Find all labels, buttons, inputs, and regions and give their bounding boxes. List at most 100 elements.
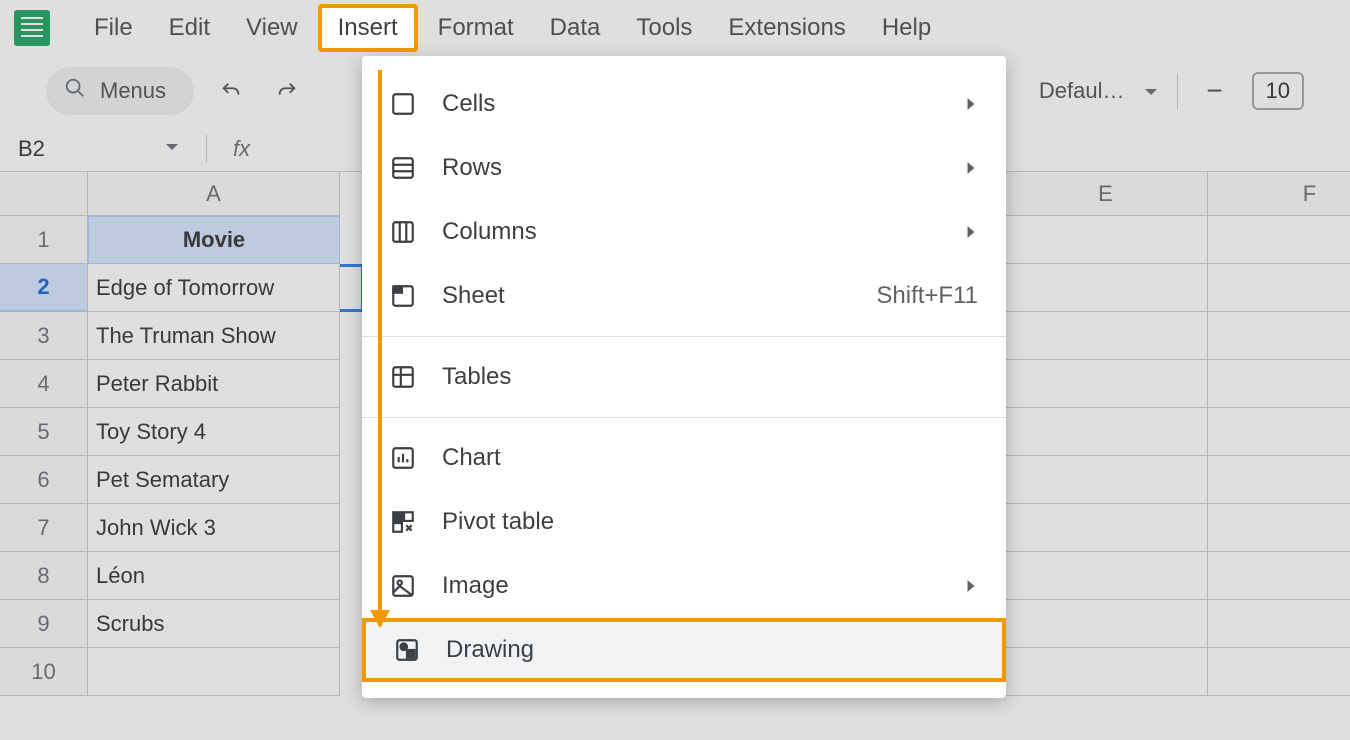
rows-icon — [390, 155, 416, 181]
font-family-select[interactable]: Defaul… — [1039, 78, 1125, 104]
cell[interactable] — [1004, 504, 1208, 552]
cell[interactable] — [1004, 216, 1208, 264]
fx-icon: fx — [233, 136, 250, 162]
cell[interactable]: Scrubs — [88, 600, 340, 648]
cell[interactable]: John Wick 3 — [88, 504, 340, 552]
menu-item-label: Rows — [442, 154, 938, 182]
cells-icon — [390, 91, 416, 117]
menu-item-label: Columns — [442, 218, 938, 246]
insert-rows[interactable]: Rows — [362, 136, 1006, 200]
insert-cells[interactable]: Cells — [362, 72, 1006, 136]
row-header[interactable]: 3 — [0, 312, 88, 360]
image-icon — [390, 573, 416, 599]
chevron-right-icon — [964, 90, 978, 118]
redo-button[interactable] — [268, 72, 306, 110]
sheet-icon — [390, 283, 416, 309]
insert-menu-dropdown: Cells Rows Columns SheetShift+F11 Tables Char… — [362, 56, 1006, 698]
row-header[interactable]: 9 — [0, 600, 88, 648]
pivot-icon — [390, 509, 416, 535]
menu-separator — [362, 336, 1006, 337]
cell[interactable] — [1004, 600, 1208, 648]
row-header[interactable]: 5 — [0, 408, 88, 456]
cell[interactable] — [1208, 216, 1350, 264]
tables-icon — [390, 364, 416, 390]
menu-edit[interactable]: Edit — [153, 8, 226, 48]
row-header[interactable]: 8 — [0, 552, 88, 600]
row-header[interactable]: 1 — [0, 216, 88, 264]
insert-pivot-table[interactable]: Pivot table — [362, 490, 1006, 554]
cell[interactable]: The Truman Show — [88, 312, 340, 360]
search-menus-label: Menus — [100, 78, 166, 104]
cell[interactable]: Pet Sematary — [88, 456, 340, 504]
chevron-down-icon[interactable] — [164, 140, 180, 158]
col-header-a[interactable]: A — [88, 172, 340, 216]
font-size-decrease[interactable]: − — [1196, 72, 1234, 110]
menu-insert[interactable]: Insert — [318, 4, 418, 52]
columns-icon — [390, 219, 416, 245]
menu-item-label: Pivot table — [442, 508, 978, 536]
search-icon — [64, 77, 86, 105]
menu-file[interactable]: File — [78, 8, 149, 48]
sheets-logo-icon — [14, 10, 50, 46]
row-header[interactable]: 6 — [0, 456, 88, 504]
drawing-icon — [394, 637, 420, 663]
select-all-corner[interactable] — [0, 172, 88, 216]
menu-format[interactable]: Format — [422, 8, 530, 48]
cell[interactable] — [88, 648, 340, 696]
cell[interactable] — [1004, 408, 1208, 456]
cell[interactable] — [1004, 456, 1208, 504]
cell[interactable]: Edge of Tomorrow — [88, 264, 340, 312]
cell[interactable] — [1208, 552, 1350, 600]
insert-image[interactable]: Image — [362, 554, 1006, 618]
menu-item-label: Chart — [442, 444, 978, 472]
insert-tables[interactable]: Tables — [362, 345, 1006, 409]
name-box[interactable]: B2 — [18, 136, 138, 162]
cell[interactable] — [1208, 504, 1350, 552]
insert-columns[interactable]: Columns — [362, 200, 1006, 264]
menu-extensions[interactable]: Extensions — [712, 8, 861, 48]
font-size-input[interactable]: 10 — [1252, 72, 1304, 110]
cell[interactable] — [1208, 312, 1350, 360]
col-header-e[interactable]: E — [1004, 172, 1208, 216]
cell[interactable] — [1208, 360, 1350, 408]
menubar: File Edit View Insert Format Data Tools … — [0, 0, 1350, 56]
cell[interactable] — [1004, 648, 1208, 696]
chevron-right-icon — [964, 572, 978, 600]
grid-left: A 1Movie2Edge of Tomorrow3The Truman Sho… — [0, 172, 364, 696]
insert-chart[interactable]: Chart — [362, 426, 1006, 490]
cell[interactable] — [1208, 264, 1350, 312]
insert-drawing[interactable]: Drawing — [362, 618, 1006, 682]
menu-data[interactable]: Data — [534, 8, 617, 48]
search-menus[interactable]: Menus — [46, 67, 194, 115]
cell[interactable]: Movie — [88, 216, 340, 264]
menu-tools[interactable]: Tools — [620, 8, 708, 48]
cell[interactable] — [1004, 360, 1208, 408]
menu-item-label: Cells — [442, 90, 938, 118]
chevron-right-icon — [964, 154, 978, 182]
cell[interactable] — [1004, 312, 1208, 360]
toolbar-divider — [206, 135, 207, 163]
active-cell-border — [340, 264, 364, 312]
row-header[interactable]: 7 — [0, 504, 88, 552]
cell[interactable] — [1004, 552, 1208, 600]
menu-view[interactable]: View — [230, 8, 314, 48]
cell[interactable] — [1208, 600, 1350, 648]
menu-item-label: Image — [442, 572, 938, 600]
row-header[interactable]: 2 — [0, 264, 88, 312]
cell[interactable]: Toy Story 4 — [88, 408, 340, 456]
toolbar-divider — [1177, 73, 1178, 109]
row-header[interactable]: 4 — [0, 360, 88, 408]
cell[interactable] — [1208, 408, 1350, 456]
menu-item-label: Tables — [442, 363, 978, 391]
cell[interactable] — [1208, 456, 1350, 504]
cell[interactable] — [1208, 648, 1350, 696]
cell[interactable]: Peter Rabbit — [88, 360, 340, 408]
undo-button[interactable] — [212, 72, 250, 110]
cell[interactable]: Léon — [88, 552, 340, 600]
menu-help[interactable]: Help — [866, 8, 947, 48]
menu-separator — [362, 417, 1006, 418]
cell[interactable] — [1004, 264, 1208, 312]
row-header[interactable]: 10 — [0, 648, 88, 696]
col-header-f[interactable]: F — [1208, 172, 1350, 216]
insert-sheet[interactable]: SheetShift+F11 — [362, 264, 1006, 328]
